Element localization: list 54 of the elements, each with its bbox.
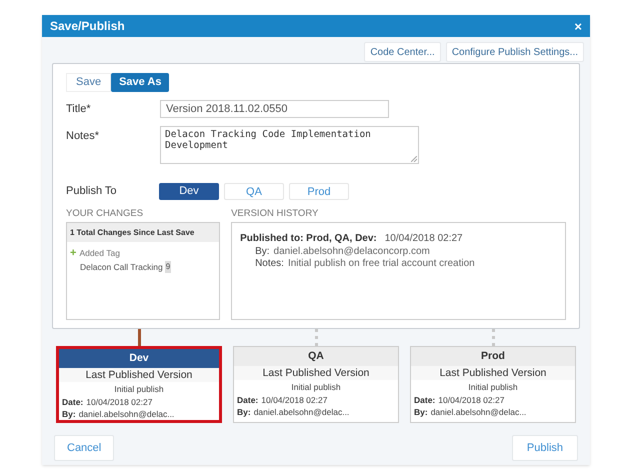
cancel-button[interactable]: Cancel: [54, 435, 114, 461]
section-heading: VERSION HISTORY: [231, 207, 320, 219]
publish-target-button[interactable]: Prod: [289, 183, 349, 200]
history-label: By:: [255, 246, 270, 258]
window-title: Save/Publish: [50, 18, 125, 35]
card-subtitle: Last Published Version: [411, 366, 575, 380]
environment-card[interactable]: Dev Last Published Version Initial publish Date: 10/04/2018 02:27 By: daniel.abelsohn@delac...: [56, 346, 222, 423]
notes-field[interactable]: Delacon Tracking Code Implementation Development: [160, 126, 419, 164]
card-note: Initial publish: [113, 383, 165, 396]
publish-target-button[interactable]: Dev: [159, 183, 219, 200]
card-value: 10/04/2018 02:27: [86, 396, 152, 408]
toolbar-button[interactable]: Configure Publish Settings...: [446, 42, 584, 62]
card-label: Date:: [62, 396, 84, 408]
history-date: 10/04/2018 02:27: [384, 232, 463, 246]
count-badge: 9: [164, 261, 172, 274]
card-note: Initial publish: [467, 381, 519, 394]
close-button[interactable]: ×: [574, 20, 582, 32]
environment-card[interactable]: QA Last Published Version Initial publish Date: 10/04/2018 02:27 By: daniel.abelsohn@delac...: [233, 346, 399, 423]
tab[interactable]: Save: [66, 73, 112, 92]
card-value: 10/04/2018 02:27: [261, 394, 328, 406]
publish-target-button[interactable]: QA: [224, 183, 284, 200]
change-action: Added Tag: [79, 247, 120, 260]
history-value: Initial publish on free trial account creation: [288, 258, 475, 270]
plus-icon: +: [70, 248, 76, 259]
publish-button[interactable]: Publish: [512, 435, 578, 461]
change-item: Delacon Call Tracking: [80, 260, 163, 274]
title-field[interactable]: Version 2018.11.02.0550: [160, 100, 389, 118]
card-note: Initial publish: [290, 381, 342, 394]
toolbar-button[interactable]: Code Center...: [364, 42, 441, 62]
section-heading: YOUR CHANGES: [66, 207, 144, 219]
card-value: daniel.abelsohn@delac...: [430, 406, 526, 418]
card-value: daniel.abelsohn@delac...: [254, 406, 350, 418]
card-subtitle: Last Published Version: [59, 368, 219, 382]
history-label: Notes:: [255, 258, 284, 270]
card-label: By:: [237, 406, 251, 418]
card-subtitle: Last Published Version: [234, 366, 398, 380]
card-label: By:: [62, 408, 76, 420]
tab[interactable]: Save As: [111, 73, 170, 92]
card-header: Prod: [411, 347, 575, 366]
changes-summary: 1 Total Changes Since Last Save: [67, 223, 220, 242]
resize-grip-icon[interactable]: [411, 156, 417, 162]
environment-card[interactable]: Prod Last Published Version Initial publish Date: 10/04/2018 02:27 By: daniel.abelsohn@delac...: [410, 346, 576, 423]
card-label: Date:: [414, 394, 436, 406]
card-label: By:: [414, 406, 428, 418]
card-value: daniel.abelsohn@delac...: [78, 408, 174, 420]
card-label: Date:: [237, 394, 258, 406]
field-label: Title*: [66, 102, 92, 117]
history-value: daniel.abelsohn@delaconcorp.com: [274, 246, 430, 258]
card-header: QA: [234, 347, 398, 366]
history-label: Published to: Prod, QA, Dev:: [240, 232, 377, 246]
field-label: Publish To: [66, 184, 118, 200]
card-header: Dev: [59, 349, 219, 368]
field-label: Notes*: [66, 129, 100, 144]
card-value: 10/04/2018 02:27: [438, 394, 504, 406]
